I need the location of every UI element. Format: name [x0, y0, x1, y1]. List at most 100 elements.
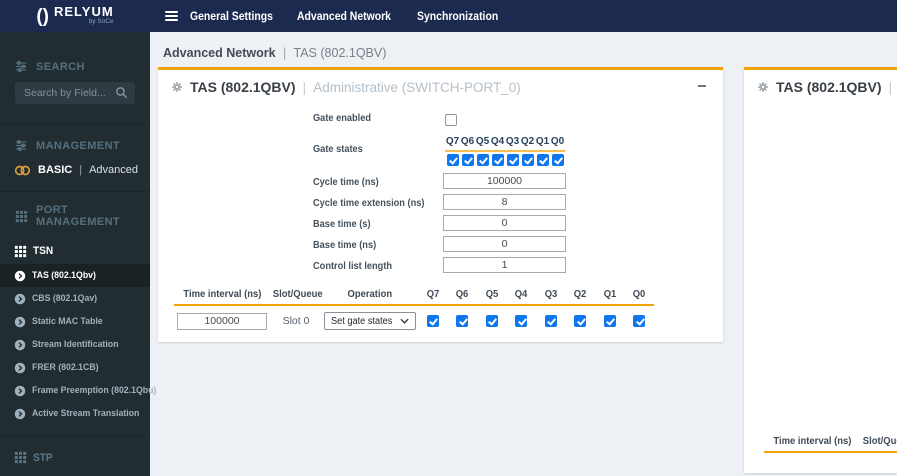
chevron-down-icon — [400, 318, 409, 324]
queue-header-label: Q7 — [445, 136, 460, 147]
chevron-circle-right-icon — [14, 407, 26, 420]
operative-control-list-header-row: Time interval (ns) Slot/Queue Operation … — [764, 435, 897, 453]
queue-header-label: Q3 — [505, 136, 520, 147]
base-time-ns-input[interactable] — [443, 236, 566, 252]
minus-icon — [698, 85, 706, 87]
chevron-circle-right-icon — [14, 292, 26, 305]
chevron-circle-right-icon — [14, 269, 26, 282]
sidebar-item-cbs[interactable]: CBS (802.1Qav) — [0, 287, 150, 310]
search-icon[interactable] — [115, 86, 128, 99]
row-gate-checkbox[interactable] — [515, 315, 528, 327]
gate-state-checkbox[interactable] — [521, 154, 534, 166]
sidebar-item-tsn[interactable]: TSN — [0, 238, 150, 264]
grid-icon — [15, 210, 28, 223]
brand-tagline: by SoCe — [88, 18, 114, 25]
panel-subtitle: Administrative (SWITCH-PORT_0) — [313, 79, 521, 95]
gate-state-checkbox[interactable] — [551, 154, 564, 166]
col-header-time-interval: Time interval (ns) — [182, 288, 262, 300]
col-header-queue: Q7 — [426, 288, 440, 300]
sidebar-item-stream-identification[interactable]: Stream Identification — [0, 333, 150, 356]
sidebar-item-basic-advanced[interactable]: BASIC | Advanced — [0, 161, 150, 179]
slot-queue-value: Slot 0 — [282, 315, 310, 327]
col-header-slot-queue: Slot/Queue — [862, 435, 897, 447]
col-header-operation: Operation — [347, 288, 393, 300]
row-gate-checkbox[interactable] — [485, 315, 498, 327]
queue-header-label: Q1 — [535, 136, 550, 147]
main-nav: General Settings Advanced Network Synchr… — [184, 0, 517, 32]
sliders-icon — [15, 139, 28, 152]
gear-icon — [171, 81, 183, 93]
operative-panel: TAS (802.1QBV) | Operative (SWITCH-PORT_… — [744, 67, 897, 473]
operative-control-list-table: Time interval (ns) Slot/Queue Operation … — [764, 435, 897, 453]
row-gate-checkbox[interactable] — [544, 315, 557, 327]
management-section-label: MANAGEMENT — [36, 139, 121, 152]
nav-item-advanced-network[interactable]: Advanced Network — [291, 0, 411, 32]
cycle-time-input[interactable] — [443, 173, 566, 189]
row-gate-checkbox[interactable] — [574, 315, 587, 327]
administrative-panel-header: TAS (802.1QBV) | Administrative (SWITCH-… — [158, 70, 723, 95]
breadcrumb: Advanced Network | TAS (802.1QBV) — [163, 46, 387, 60]
sidebar-item-frer[interactable]: FRER (802.1CB) — [0, 356, 150, 379]
queue-header-label: Q6 — [460, 136, 475, 147]
chevron-circle-right-icon — [14, 315, 26, 328]
control-list-length-input[interactable] — [443, 257, 566, 273]
row-gate-checkbox[interactable] — [633, 315, 646, 327]
queue-header-label: Q0 — [550, 136, 565, 147]
panel-title: TAS (802.1QBV) — [776, 79, 882, 95]
gate-state-checkbox[interactable] — [476, 154, 489, 166]
brand-logo[interactable]: () RELYUM by SoCe — [0, 0, 150, 32]
sidebar-item-stp[interactable]: STP — [0, 445, 150, 470]
mode-toggle-icon — [14, 164, 31, 177]
base-time-s-label: Base time (s) — [313, 218, 371, 230]
base-time-s-input[interactable] — [443, 215, 566, 231]
operation-select[interactable]: Set gate states — [324, 312, 416, 330]
gate-state-checkbox[interactable] — [506, 154, 519, 166]
brand-name: RELYUM — [53, 4, 114, 19]
col-header-queue: Q5 — [485, 288, 499, 300]
collapse-panel-button[interactable] — [695, 79, 709, 93]
control-list-header-row: Time interval (ns) Slot/Queue Operation … — [174, 288, 654, 306]
sidebar-toggle-button[interactable] — [158, 0, 184, 32]
base-time-ns-label: Base time (ns) — [313, 239, 377, 251]
nav-item-synchronization[interactable]: Synchronization — [411, 0, 516, 32]
cycle-time-extension-input[interactable] — [443, 194, 566, 210]
sidebar-item-lldp[interactable]: LLDP — [0, 470, 150, 476]
row-gate-checkbox[interactable] — [603, 315, 616, 327]
col-header-queue: Q6 — [455, 288, 469, 300]
gate-state-checkbox[interactable] — [491, 154, 504, 166]
administrative-panel: TAS (802.1QBV) | Administrative (SWITCH-… — [158, 67, 723, 342]
nav-item-general-settings[interactable]: General Settings — [184, 0, 291, 32]
control-list-table: Time interval (ns) Slot/Queue Operation … — [174, 288, 654, 330]
sliders-icon — [15, 60, 28, 73]
sidebar-item-static-mac-table[interactable]: Static MAC Table — [0, 310, 150, 333]
control-list-length-label: Control list length — [313, 260, 393, 272]
sidebar-item-frame-preemption[interactable]: Frame Preemption (802.1Qbu) — [0, 379, 156, 402]
management-section-header: MANAGEMENT — [0, 139, 150, 152]
gate-states-checkboxes — [445, 154, 565, 166]
gate-enabled-label: Gate enabled — [313, 112, 372, 124]
row-gate-checkbox[interactable] — [456, 315, 469, 327]
cycle-time-label: Cycle time (ns) — [313, 176, 379, 188]
gate-enabled-checkbox[interactable] — [445, 114, 457, 126]
gate-state-checkbox[interactable] — [536, 154, 549, 166]
search-box[interactable] — [15, 82, 135, 104]
sidebar-item-tas[interactable]: TAS (802.1Qbv) — [0, 264, 150, 287]
sidebar-item-active-stream-translation[interactable]: Active Stream Translation — [0, 402, 150, 425]
panel-title: TAS (802.1QBV) — [190, 79, 296, 95]
breadcrumb-section: Advanced Network — [163, 46, 276, 60]
chevron-circle-right-icon — [14, 338, 26, 351]
chevron-circle-right-icon — [14, 361, 26, 374]
port-management-section-header: PORT MANAGEMENT — [0, 204, 150, 228]
mode-basic-label[interactable]: BASIC — [38, 164, 72, 176]
gate-state-checkbox[interactable] — [461, 154, 474, 166]
search-section-label: SEARCH — [36, 60, 85, 73]
row-gate-checkbox[interactable] — [426, 315, 439, 327]
mode-advanced-label[interactable]: Advanced — [89, 164, 138, 176]
gate-state-checkbox[interactable] — [446, 154, 459, 166]
port-management-section-label: PORT MANAGEMENT — [36, 204, 121, 228]
time-interval-input[interactable] — [177, 312, 267, 330]
sidebar: SEARCH MANAGEMENT BASIC | Advanced PORT … — [0, 32, 156, 476]
top-navbar: () RELYUM by SoCe General Settings Advan… — [0, 0, 897, 32]
cycle-time-extension-label: Cycle time extension (ns) — [313, 197, 425, 209]
queue-header-label: Q4 — [490, 136, 505, 147]
